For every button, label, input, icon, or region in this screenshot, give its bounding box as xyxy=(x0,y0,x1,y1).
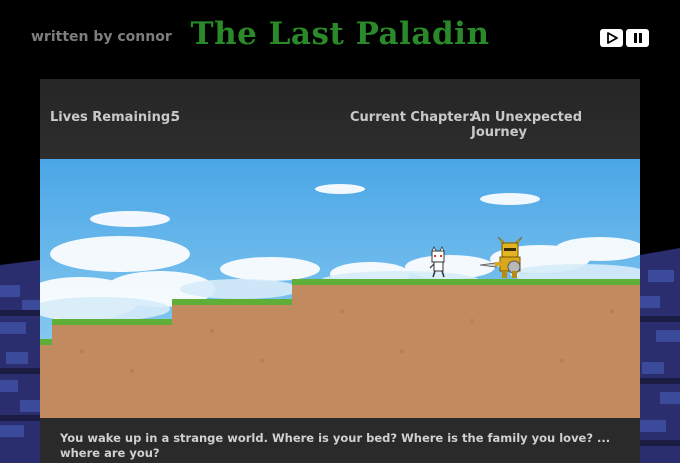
pause-button[interactable] xyxy=(626,29,649,47)
dialog-box: You wake up in a strange world. Where is… xyxy=(40,418,640,463)
dialog-text: You wake up in a strange world. Where is… xyxy=(60,431,611,460)
top-bar: written by connor The Last Paladin xyxy=(0,0,680,78)
pause-icon xyxy=(633,33,642,43)
lives-value: 5 xyxy=(171,110,181,125)
play-button[interactable] xyxy=(600,29,623,47)
game-scene[interactable] xyxy=(40,159,640,418)
game-title: The Last Paladin xyxy=(190,16,490,52)
chapter-value: An Unexpected Journey xyxy=(471,110,583,140)
lives-label: Lives Remaining: xyxy=(50,110,176,125)
chapter-label: Current Chapter: xyxy=(350,110,474,125)
status-bar: Lives Remaining: 5 Current Chapter: An U… xyxy=(40,79,640,159)
play-icon xyxy=(606,32,618,44)
game-frame[interactable]: Lives Remaining: 5 Current Chapter: An U… xyxy=(40,79,640,463)
